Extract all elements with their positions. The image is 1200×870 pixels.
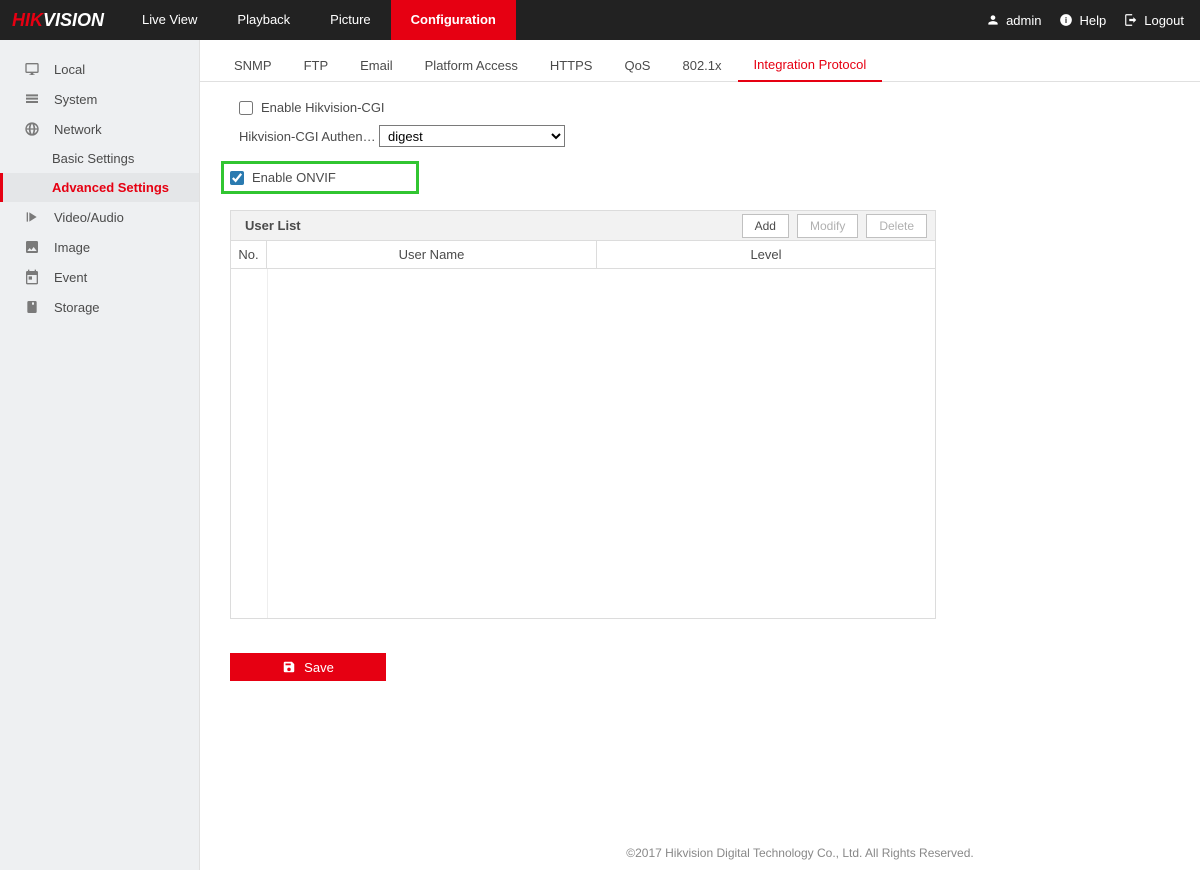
- col-no: No.: [231, 241, 267, 269]
- enable-cgi-label: Enable Hikvision-CGI: [261, 100, 385, 115]
- logo: HIKVISION: [0, 10, 122, 31]
- sidebar-video-audio[interactable]: Video/Audio: [0, 202, 199, 232]
- enable-onvif-checkbox[interactable]: [230, 171, 244, 185]
- nav-configuration[interactable]: Configuration: [391, 0, 516, 40]
- user-list-table: No. User Name Level: [230, 240, 936, 269]
- sidebar-storage-label: Storage: [54, 300, 100, 315]
- current-user-label: admin: [1006, 13, 1041, 28]
- image-icon: [24, 239, 40, 255]
- sidebar-system[interactable]: System: [0, 84, 199, 114]
- cgi-auth-label: Hikvision-CGI Authenticat...: [239, 129, 379, 144]
- current-user[interactable]: admin: [986, 13, 1041, 28]
- sidebar-event[interactable]: Event: [0, 262, 199, 292]
- col-level: Level: [597, 241, 936, 269]
- sidebar-local[interactable]: Local: [0, 54, 199, 84]
- user-list: User List Add Modify Delete No. User Nam…: [230, 210, 936, 619]
- save-button[interactable]: Save: [230, 653, 386, 681]
- add-button[interactable]: Add: [742, 214, 789, 238]
- top-nav: Live View Playback Picture Configuration: [122, 0, 516, 40]
- event-icon: [24, 269, 40, 285]
- delete-button[interactable]: Delete: [866, 214, 927, 238]
- tab-8021x[interactable]: 802.1x: [666, 48, 737, 81]
- sidebar-image[interactable]: Image: [0, 232, 199, 262]
- sidebar-storage[interactable]: Storage: [0, 292, 199, 322]
- footer: ©2017 Hikvision Digital Technology Co., …: [400, 836, 1200, 870]
- help-label: Help: [1079, 13, 1106, 28]
- sidebar: Local System Network Basic Settings Adva…: [0, 40, 200, 870]
- enable-cgi-checkbox[interactable]: [239, 101, 253, 115]
- save-icon: [282, 660, 296, 674]
- svg-text:i: i: [1065, 16, 1067, 25]
- user-list-title: User List: [239, 218, 734, 233]
- sidebar-network-label: Network: [54, 122, 102, 137]
- monitor-icon: [24, 61, 40, 77]
- enable-onvif-label: Enable ONVIF: [252, 170, 336, 185]
- help-icon: i: [1059, 13, 1073, 27]
- nav-picture[interactable]: Picture: [310, 0, 390, 40]
- tab-ftp[interactable]: FTP: [288, 48, 345, 81]
- sidebar-image-label: Image: [54, 240, 90, 255]
- sidebar-local-label: Local: [54, 62, 85, 77]
- storage-icon: [24, 299, 40, 315]
- video-audio-icon: [24, 209, 40, 225]
- help-link[interactable]: i Help: [1059, 13, 1106, 28]
- subtabs: SNMP FTP Email Platform Access HTTPS QoS…: [200, 40, 1200, 82]
- sidebar-event-label: Event: [54, 270, 87, 285]
- user-list-body: [230, 269, 936, 619]
- system-icon: [24, 91, 40, 107]
- logout-icon: [1124, 13, 1138, 27]
- enable-onvif-highlight: Enable ONVIF: [221, 161, 419, 194]
- globe-icon: [24, 121, 40, 137]
- col-username: User Name: [267, 241, 597, 269]
- tab-qos[interactable]: QoS: [608, 48, 666, 81]
- tab-email[interactable]: Email: [344, 48, 409, 81]
- logout-link[interactable]: Logout: [1124, 13, 1184, 28]
- sidebar-video-audio-label: Video/Audio: [54, 210, 124, 225]
- logout-label: Logout: [1144, 13, 1184, 28]
- logo-part1: HIK: [12, 10, 43, 31]
- modify-button[interactable]: Modify: [797, 214, 858, 238]
- user-icon: [986, 13, 1000, 27]
- tab-https[interactable]: HTTPS: [534, 48, 609, 81]
- tab-platform-access[interactable]: Platform Access: [409, 48, 534, 81]
- cgi-auth-select[interactable]: digest: [379, 125, 565, 147]
- sidebar-advanced-settings[interactable]: Advanced Settings: [0, 173, 199, 202]
- sidebar-system-label: System: [54, 92, 97, 107]
- sidebar-basic-settings[interactable]: Basic Settings: [0, 144, 199, 173]
- tab-snmp[interactable]: SNMP: [218, 48, 288, 81]
- save-label: Save: [304, 660, 334, 675]
- tab-integration-protocol[interactable]: Integration Protocol: [738, 47, 883, 82]
- nav-live-view[interactable]: Live View: [122, 0, 217, 40]
- sidebar-network[interactable]: Network: [0, 114, 199, 144]
- logo-part2: VISION: [43, 10, 104, 31]
- nav-playback[interactable]: Playback: [217, 0, 310, 40]
